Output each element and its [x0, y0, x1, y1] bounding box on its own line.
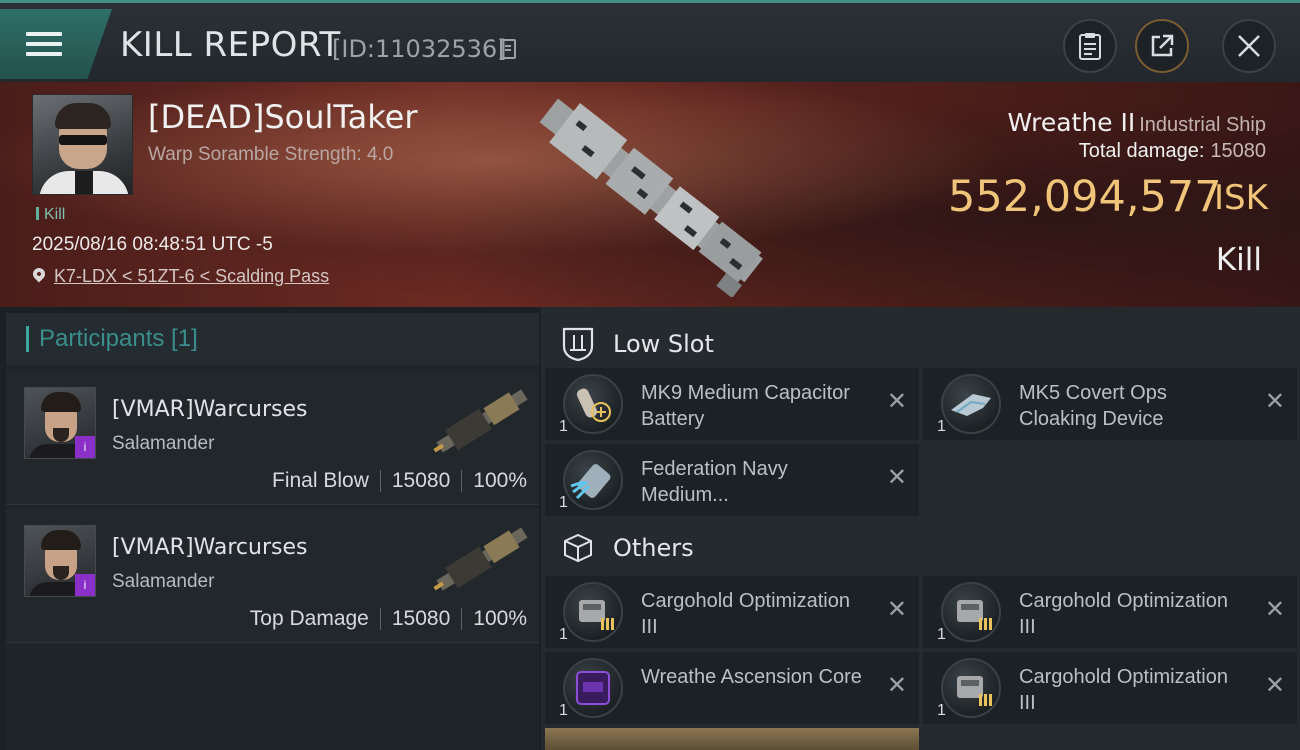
others-label: Others [613, 534, 694, 562]
module-qty: 1 [559, 702, 568, 719]
ship-name-text: Wreathe II [1007, 108, 1136, 137]
remove-icon[interactable]: ✕ [1265, 390, 1285, 414]
cargohold-rig-icon [941, 658, 1001, 718]
kill-datetime: 2025/08/16 08:48:51 UTC -5 [32, 234, 273, 255]
clipboard-icon [1079, 33, 1101, 60]
module-name: Cargohold Optimization III [1019, 590, 1228, 638]
close-icon [1238, 35, 1260, 57]
participant-name: [VMAR]Warcurses [112, 397, 308, 422]
module-qty: 1 [937, 702, 946, 719]
page-title: KILL REPORT [120, 25, 341, 65]
module-qty: 1 [559, 494, 568, 511]
module-item[interactable]: 1 MK9 Medium Capacitor Battery ✕ [545, 368, 919, 440]
location-pin-icon [30, 265, 48, 283]
victim-name[interactable]: [DEAD]SoulTaker [148, 98, 418, 136]
low-slot-header: Low Slot [541, 313, 1300, 375]
participants-header[interactable]: Participants [1] [6, 313, 539, 365]
corp-badge-icon: i [75, 574, 95, 596]
cloaking-device-icon [941, 374, 1001, 434]
module-item[interactable]: 1 Federation Navy Medium... ✕ [545, 444, 919, 516]
isk-unit: ISK [1214, 178, 1268, 218]
capacitor-battery-icon [563, 374, 623, 434]
remove-icon[interactable]: ✕ [1265, 598, 1285, 622]
fitting-panel: Low Slot 1 MK9 Medium Capacitor Battery … [541, 307, 1300, 750]
participant-stats: Top Damage 15080 100% [250, 607, 527, 631]
module-name: Wreathe Ascension Core [641, 666, 862, 688]
module-item[interactable]: 1 Cargohold Optimization III ✕ [923, 652, 1297, 724]
participant-damage: 15080 [391, 607, 451, 630]
participant-name: [VMAR]Warcurses [112, 535, 308, 560]
remove-icon[interactable]: ✕ [887, 674, 907, 698]
participant-ship: Salamander [112, 571, 215, 592]
participant-ship-icon [433, 527, 528, 591]
menu-button[interactable] [0, 9, 112, 79]
ship-name[interactable]: Wreathe II Industrial Ship [1008, 108, 1267, 137]
module-item[interactable]: 1 Cargohold Optimization III ✕ [923, 576, 1297, 648]
module-name: Cargohold Optimization III [641, 590, 850, 638]
participant-row[interactable]: i [VMAR]Warcurses Salamander Top Damage … [6, 509, 539, 643]
ship-class: Industrial Ship [1139, 114, 1266, 136]
cargohold-rig-icon [563, 582, 623, 642]
top-bar: KILL REPORT [ID:11032536] [0, 0, 1300, 82]
module-name: Cargohold Optimization III [1019, 666, 1228, 714]
participants-label: Participants [1] [39, 325, 198, 352]
victim-warp-scramble: Warp Soramble Strength: 4.0 [148, 144, 394, 165]
isk-value: 552,094,577 [948, 172, 1222, 222]
participant-role: Top Damage [249, 607, 369, 630]
module-qty: 1 [937, 418, 946, 435]
module-item-partial[interactable] [545, 728, 919, 750]
participant-portrait[interactable]: i [24, 387, 96, 459]
participant-row[interactable]: i [VMAR]Warcurses Salamander Final Blow … [6, 371, 539, 505]
kill-type-tag: Kill [36, 206, 65, 224]
participant-portrait[interactable]: i [24, 525, 96, 597]
report-id: [ID:11032536] [332, 35, 507, 63]
total-damage: Total damage: 15080 [1079, 140, 1266, 163]
module-item[interactable]: 1 MK5 Covert Ops Cloaking Device ✕ [923, 368, 1297, 440]
location-link[interactable]: K7-LDX < 51ZT-6 < Scalding Pass [54, 266, 329, 287]
ship-image [539, 98, 763, 297]
module-name: Federation Navy Medium... [641, 458, 788, 506]
remove-icon[interactable]: ✕ [887, 598, 907, 622]
total-damage-value: 15080 [1210, 140, 1266, 162]
remove-icon[interactable]: ✕ [887, 466, 907, 490]
module-item[interactable]: 1 Cargohold Optimization III ✕ [545, 576, 919, 648]
corp-badge-icon: i [75, 436, 95, 458]
module-qty: 1 [559, 626, 568, 643]
remove-icon[interactable]: ✕ [1265, 674, 1285, 698]
participant-damage: 15080 [391, 469, 451, 492]
participant-percent: 100% [473, 607, 527, 630]
participant-stats: Final Blow 15080 100% [272, 469, 527, 493]
menu-icon [26, 26, 62, 62]
share-button[interactable] [1135, 19, 1189, 73]
cargohold-rig-icon [941, 582, 1001, 642]
total-damage-label: Total damage: [1078, 140, 1205, 162]
module-name: MK5 Covert Ops Cloaking Device [1019, 382, 1167, 430]
kill-summary-banner: [DEAD]SoulTaker Warp Soramble Strength: … [0, 82, 1300, 307]
module-qty: 1 [559, 418, 568, 435]
cube-icon [561, 530, 595, 566]
navy-module-icon [563, 450, 623, 510]
participant-ship-icon [433, 389, 528, 453]
module-qty: 1 [937, 626, 946, 643]
low-slot-icon [561, 326, 595, 362]
others-header: Others [541, 517, 1300, 579]
result-label: Kill [1215, 242, 1262, 278]
share-icon [1151, 34, 1174, 57]
remove-icon[interactable]: ✕ [887, 390, 907, 414]
ascension-core-icon [563, 658, 623, 718]
module-item[interactable]: 1 Wreathe Ascension Core ✕ [545, 652, 919, 724]
victim-portrait[interactable] [32, 94, 133, 195]
participants-panel: Participants [1] i [VMAR]Warcurses Salam… [6, 313, 539, 750]
participant-percent: 100% [473, 469, 527, 492]
clipboard-button[interactable] [1063, 19, 1117, 73]
copy-icon[interactable] [500, 39, 516, 59]
module-name: MK9 Medium Capacitor Battery [641, 382, 850, 430]
participant-role: Final Blow [272, 469, 369, 492]
close-button[interactable] [1222, 19, 1276, 73]
participant-ship: Salamander [112, 433, 215, 454]
low-slot-label: Low Slot [613, 330, 714, 358]
